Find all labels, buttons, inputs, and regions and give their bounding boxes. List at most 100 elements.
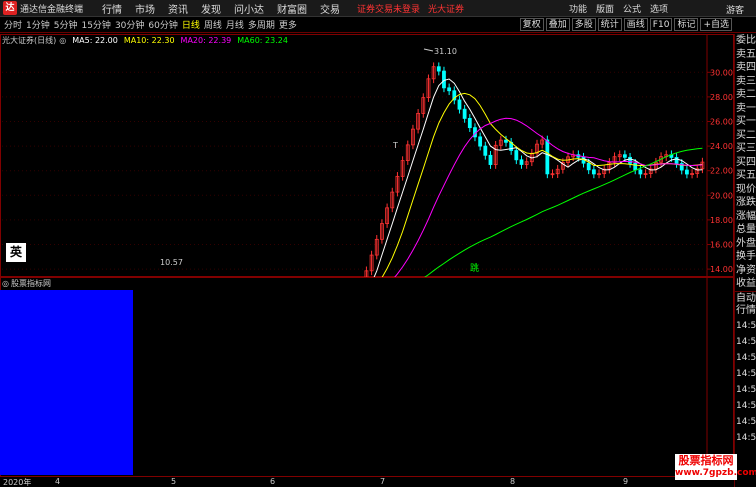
quote-item-10: 买五 <box>736 170 756 181</box>
y-tick-label-8: 14.00 <box>710 265 733 274</box>
watermark: 股票指标网 www.7gpzb.com <box>675 454 756 480</box>
y-tick-label-5: 20.00 <box>710 191 733 200</box>
tick-time-3: 14:56 <box>736 368 756 379</box>
right-menu-item-0[interactable]: 功能 <box>569 2 587 15</box>
quote-item-1: 卖五 <box>736 48 756 60</box>
period-tabs: 分时 1分钟 5分钟 15分钟 30分钟 60分钟 日线 周线 月线 多周期 更多 <box>0 18 297 31</box>
quote-item-7: 买二 <box>736 129 756 141</box>
candle-body <box>483 145 488 156</box>
period-tab-10[interactable]: 更多 <box>279 18 297 31</box>
menu-item-0[interactable]: 行情 <box>102 1 122 16</box>
main-menu: 行情 市场 资讯 发现 问小达 财富圈 交易 <box>102 1 353 16</box>
ying-label: 英 <box>6 243 26 262</box>
period-tab-0[interactable]: 分时 <box>4 18 22 31</box>
right-menu-item-3[interactable]: 选项 <box>650 2 668 15</box>
tick-time-5: 14:56 <box>736 400 756 411</box>
tick-time-0: 14:56 <box>736 320 756 331</box>
quote-item-15: 外盘 <box>736 237 756 249</box>
candle-body <box>478 136 483 147</box>
watermark-url: www.7gpzb.com <box>675 468 756 478</box>
quote-item-14: 总量 <box>736 224 756 235</box>
high-price-label: 31.10 <box>434 47 457 56</box>
menu-item-4[interactable]: 问小达 <box>234 1 264 16</box>
collapse-icon[interactable]: ◎ <box>59 36 66 45</box>
indicator-icon[interactable]: ◎ <box>2 279 9 288</box>
indicator-blue-box <box>0 290 133 475</box>
tick-time-2: 14:56 <box>736 352 756 363</box>
menu-item-1[interactable]: 市场 <box>135 1 155 16</box>
chart-header: 光大证券(日线) ◎ MA5: 22.00 MA10: 22.30 MA20: 22… <box>0 34 288 46</box>
period-tab-6[interactable]: 日线 <box>182 18 200 31</box>
tick-time-6: 14:56 <box>736 416 756 427</box>
period-tab-2[interactable]: 5分钟 <box>54 18 78 31</box>
candle-body <box>622 154 627 158</box>
toolbar-button-3[interactable]: 统计 <box>597 18 622 31</box>
period-toolbar: 分时 1分钟 5分钟 15分钟 30分钟 60分钟 日线 周线 月线 多周期 更多 复权 叠加 多股 统计… <box>0 17 756 33</box>
menu-item-5[interactable]: 财富圈 <box>277 1 307 16</box>
date-label-0: 2020年 <box>3 478 32 487</box>
quote-item-16: 换手 <box>736 251 756 262</box>
toolbar-button-0[interactable]: 复权 <box>519 18 544 31</box>
quote-item-4: 卖二 <box>736 89 756 100</box>
y-tick-label-1: 28.00 <box>710 93 733 102</box>
candle-body <box>638 169 643 175</box>
ma-label-0: MA5: 22.00 <box>72 35 118 45</box>
date-axis: 2020年 4 5 6 7 8 9 <box>0 477 734 487</box>
broker-login-notice[interactable]: 证券交易未登录 <box>357 2 420 15</box>
broker-name[interactable]: 光大证券 <box>428 2 464 15</box>
toolbar-button-5[interactable]: F10 <box>649 18 673 31</box>
ma5-line <box>373 78 703 277</box>
candle-body <box>514 150 519 161</box>
tick-times: 14:56 14:56 14:56 14:56 14:56 14:56 14:56 14:56 <box>735 318 756 446</box>
quote-item-17: 净资 <box>736 264 756 276</box>
quote-item-18: 收益 <box>736 278 756 289</box>
toolbar-button-6[interactable]: 标记 <box>674 18 699 31</box>
app-logo-icon: 达 <box>3 1 17 15</box>
period-tab-4[interactable]: 30分钟 <box>115 18 144 31</box>
quote-item-6: 买一 <box>736 116 756 127</box>
toolbar-button-4[interactable]: 画线 <box>623 18 648 31</box>
t-marker: T <box>392 141 398 150</box>
toolbar-button-2[interactable]: 多股 <box>571 18 596 31</box>
ma-labels: MA5: 22.00 MA10: 22.30 MA20: 22.39 MA60: 23… <box>66 36 288 45</box>
candle-body <box>586 162 591 171</box>
auto-label[interactable]: 自动 <box>735 290 756 305</box>
menu-item-2[interactable]: 资讯 <box>168 1 188 16</box>
date-label-3: 6 <box>270 477 276 486</box>
date-label-2: 5 <box>171 477 177 486</box>
candle-body <box>462 108 467 119</box>
period-tab-3[interactable]: 15分钟 <box>81 18 110 31</box>
menu-item-6[interactable]: 交易 <box>320 1 340 16</box>
menu-item-3[interactable]: 发现 <box>201 1 221 16</box>
period-tab-9[interactable]: 多周期 <box>248 18 275 31</box>
candle-body <box>674 157 679 164</box>
guest-label[interactable]: 游客 <box>726 3 744 16</box>
date-label-4: 7 <box>380 477 386 486</box>
quote-item-3: 卖三 <box>736 75 756 87</box>
right-menu-item-2[interactable]: 公式 <box>623 2 641 15</box>
candle-body <box>457 99 462 110</box>
quote-item-8: 买三 <box>736 143 756 154</box>
quote-item-2: 卖四 <box>736 62 756 73</box>
auto-label-2[interactable]: 行情 <box>735 304 756 318</box>
period-tab-1[interactable]: 1分钟 <box>26 18 50 31</box>
period-tab-5[interactable]: 60分钟 <box>148 18 177 31</box>
y-tick-label-6: 18.00 <box>710 216 733 225</box>
candle-body <box>628 156 632 164</box>
right-menu-item-1[interactable]: 版面 <box>596 2 614 15</box>
ma10-line <box>381 92 703 277</box>
period-tab-7[interactable]: 周线 <box>204 18 222 31</box>
kline-chart[interactable]: 30.00 28.00 26.00 24.00 22.00 20.00 18.00 16.00… <box>0 34 734 277</box>
y-tick-label-2: 26.00 <box>710 118 733 127</box>
toolbar-button-7[interactable]: +自选 <box>700 18 732 31</box>
quote-panel: 委比 卖五 卖四 卖三 卖二 卖一 买一 买二 买三 买四 买五 现价 涨跌 涨幅 总量 外盘 换手 净资 收益 自… <box>734 34 756 487</box>
toolbar-button-1[interactable]: 叠加 <box>545 18 570 31</box>
candle-body <box>685 169 689 175</box>
period-tab-8[interactable]: 月线 <box>226 18 244 31</box>
indicator-header: ◎ 股票指标网 <box>0 277 51 289</box>
candle-body <box>442 70 446 89</box>
title-bar: 达 通达信金融终端 行情 市场 资讯 发现 问小达 财富圈 交易 证券交易未登录 光大证券 … <box>0 0 756 17</box>
toolbar-buttons: 复权 叠加 多股 统计 画线 F10 标记 +自选 <box>518 18 732 31</box>
y-tick-label-4: 22.00 <box>710 167 733 176</box>
quote-item-0: 委比 <box>736 35 756 46</box>
